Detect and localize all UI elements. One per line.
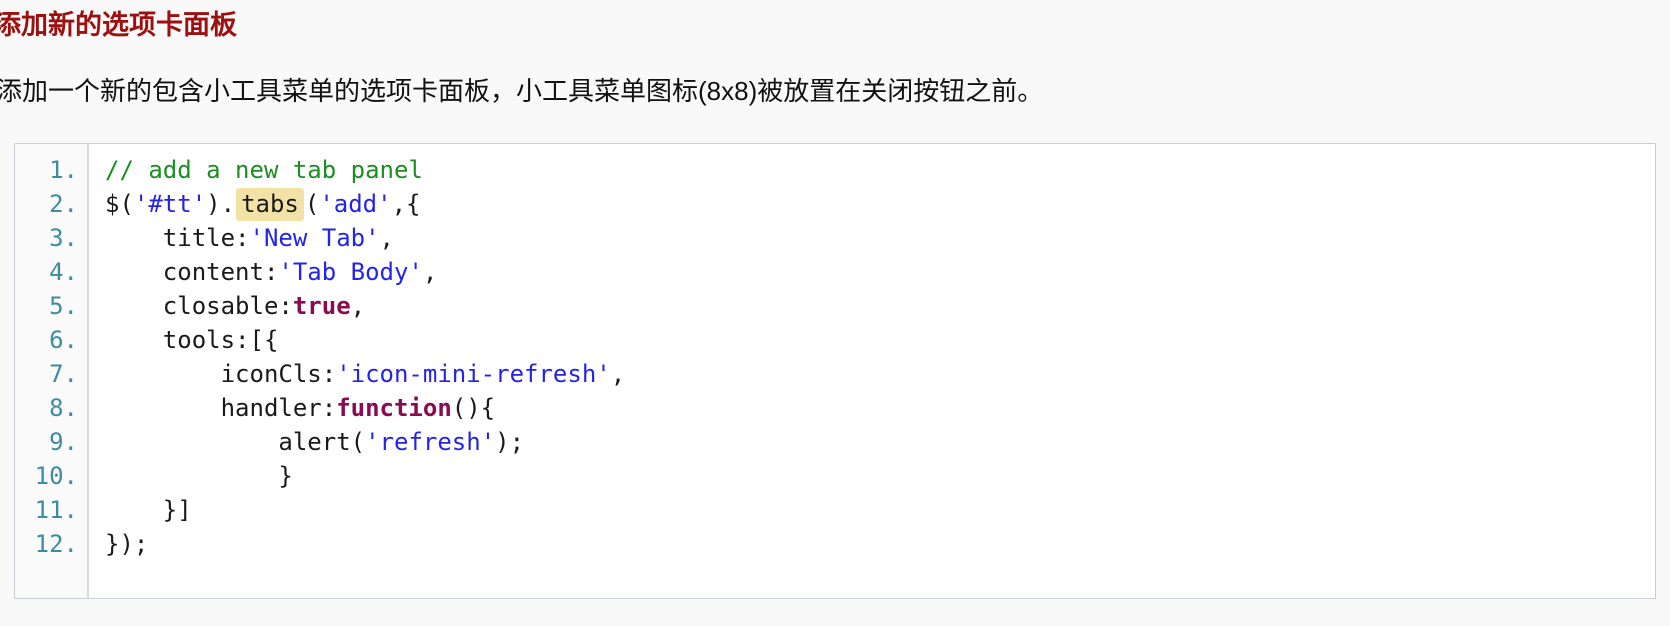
- code-token-highlight[interactable]: tabs: [236, 188, 304, 221]
- code-token-plain: iconCls:: [105, 360, 337, 388]
- code-line: closable:true,: [105, 289, 1655, 323]
- code-token-keyword: function: [336, 394, 452, 422]
- code-token-string: 'icon-mini-refresh': [336, 360, 611, 388]
- code-line-number: 8.: [49, 394, 78, 422]
- code-token-string: 'New Tab': [249, 224, 380, 252]
- page-title: 添加新的选项卡面板: [0, 10, 237, 40]
- code-token-plain: ,: [610, 360, 626, 388]
- code-line-number: 3.: [49, 224, 78, 252]
- code-token-plain: );: [495, 428, 525, 456]
- code-line: handler:function(){: [105, 391, 1655, 425]
- code-line-number: 7.: [49, 360, 78, 388]
- code-token-plain: content:: [105, 258, 279, 286]
- code-token-string: 'refresh': [365, 428, 496, 456]
- code-token-plain: closable:: [105, 292, 293, 320]
- code-line-number: 5.: [49, 292, 78, 320]
- code-line-number: 6.: [49, 326, 78, 354]
- code-line-number: 11.: [34, 496, 78, 524]
- code-token-plain: }]: [105, 496, 192, 524]
- code-line: }: [105, 459, 1655, 493]
- code-line: content:'Tab Body',: [105, 255, 1655, 289]
- code-line-number-gutter: 1. 2. 3. 4. 5. 6. 7. 8. 9. 10. 11. 12.: [15, 144, 89, 598]
- code-line-number: 10.: [34, 462, 78, 490]
- code-line: });: [105, 527, 1655, 561]
- code-line-number: 12.: [34, 530, 78, 558]
- code-token-plain: ,: [350, 292, 366, 320]
- code-line: alert('refresh');: [105, 425, 1655, 459]
- code-token-plain: ,: [422, 258, 438, 286]
- code-line-number: 4.: [49, 258, 78, 286]
- code-token-plain: }: [105, 462, 293, 490]
- code-line-number: 1.: [49, 156, 78, 184]
- code-token-plain: handler:: [105, 394, 337, 422]
- code-token-plain: $(: [105, 190, 134, 218]
- code-line: iconCls:'icon-mini-refresh',: [105, 357, 1655, 391]
- code-token-plain: title:: [105, 224, 250, 252]
- code-line-number: 9.: [49, 428, 78, 456]
- code-token-comment: // add a new tab panel: [105, 156, 423, 184]
- code-token-plain: });: [105, 530, 149, 558]
- code-token-string: 'add': [319, 190, 392, 218]
- code-line: // add a new tab panel: [105, 153, 1655, 187]
- code-token-plain: alert(: [105, 428, 366, 456]
- code-line: }]: [105, 493, 1655, 527]
- documentation-page: 添加新的选项卡面板 添加一个新的包含小工具菜单的选项卡面板，小工具菜单图标(8x…: [0, 0, 1670, 626]
- code-token-keyword: true: [292, 292, 351, 320]
- code-token-string: '#tt': [133, 190, 207, 218]
- code-token-plain: tools:[{: [105, 326, 279, 354]
- code-content[interactable]: // add a new tab panel $('#tt'). tabs ('add…: [89, 144, 1655, 598]
- code-line: tools:[{: [105, 323, 1655, 357]
- code-token-plain: ,: [379, 224, 394, 252]
- code-line: title:'New Tab',: [105, 221, 1655, 255]
- section-description: 添加一个新的包含小工具菜单的选项卡面板，小工具菜单图标(8x8)被放置在关闭按钮…: [0, 76, 1044, 106]
- code-token-string: 'Tab Body': [278, 258, 423, 286]
- code-line-number: 2.: [49, 190, 78, 218]
- code-token-plain: (: [304, 190, 320, 218]
- code-line: $('#tt'). tabs ('add',{: [105, 187, 1655, 221]
- code-token-plain: ).: [206, 190, 236, 218]
- code-block[interactable]: 1. 2. 3. 4. 5. 6. 7. 8. 9. 10. 11. 12. // add a new…: [14, 143, 1656, 599]
- code-token-plain: (){: [451, 394, 496, 422]
- code-token-plain: ,{: [391, 190, 421, 218]
